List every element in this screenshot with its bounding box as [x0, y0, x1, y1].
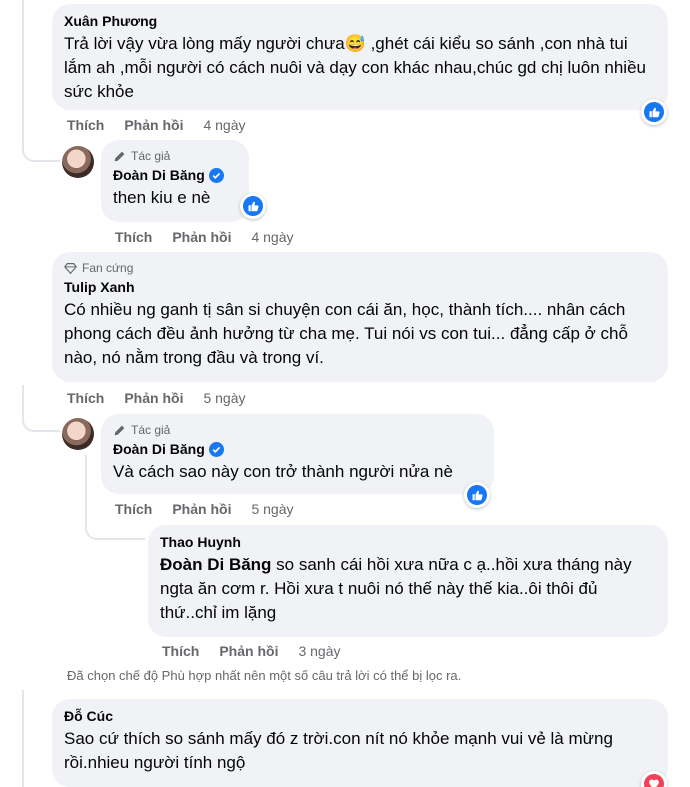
comment-text: Và cách sao này con trở thành người nửa …	[113, 462, 453, 481]
comment-text: Trả lời vậy vừa lòng mấy người chưa😅 ,gh…	[64, 34, 646, 101]
comment-author[interactable]: Đỗ Cúc	[64, 707, 656, 725]
avatar[interactable]	[62, 146, 94, 178]
comment-author[interactable]: Tulip Xanh	[64, 278, 656, 296]
comment-time[interactable]: 5 ngày	[251, 500, 293, 518]
comment-actions: Thích Phản hồi 4 ngày	[115, 228, 294, 246]
like-reaction-badge[interactable]	[240, 193, 266, 219]
comment-time[interactable]: 4 ngày	[203, 116, 245, 134]
thread-line	[22, 690, 24, 787]
like-icon	[243, 196, 263, 216]
comment-bubble: Xuân Phương Trả lời vậy vừa lòng mấy ngư…	[52, 4, 668, 110]
reply-button[interactable]: Phản hồi	[124, 116, 183, 134]
pencil-icon	[114, 151, 125, 161]
comment-bubble: Đỗ Cúc Sao cứ thích so sánh mấy đó z trờ…	[52, 699, 668, 787]
thread-connector	[22, 410, 60, 432]
comment-bubble: Tác giả Đoàn Di Băng then kiu e nè	[101, 140, 249, 222]
like-icon	[644, 102, 664, 122]
comment-bubble: Tác giả Đoàn Di Băng Và cách sao này con…	[101, 414, 494, 494]
like-reaction-badge[interactable]	[464, 482, 490, 508]
diamond-icon	[64, 262, 77, 274]
comment-actions: Thích Phản hồi 3 ngày	[162, 642, 341, 660]
like-button[interactable]: Thích	[162, 642, 199, 660]
comment-time[interactable]: 4 ngày	[251, 228, 293, 246]
comment-author[interactable]: Đoàn Di Băng	[113, 166, 205, 184]
mention-link[interactable]: Đoàn Di Băng	[160, 555, 271, 574]
like-reaction-badge[interactable]	[641, 99, 667, 125]
badge-label: Fan cứng	[82, 261, 134, 275]
author-badge: Fan cứng	[64, 260, 656, 276]
filter-note: Đã chọn chế độ Phù hợp nhất nên một số c…	[67, 668, 462, 683]
comment-actions: Thích Phản hồi 5 ngày	[115, 500, 294, 518]
author-badge: Tác giả	[113, 422, 482, 438]
comment-actions: Thích Phản hồi 5 ngày	[67, 389, 246, 407]
thread-connector	[22, 140, 60, 162]
author-badge: Tác giả	[113, 148, 237, 164]
comment-time[interactable]: 5 ngày	[203, 389, 245, 407]
comment-actions: Thích Phản hồi 4 ngày	[67, 116, 246, 134]
badge-label: Tác giả	[131, 149, 171, 163]
comment-author[interactable]: Thao Huynh	[160, 533, 656, 551]
reply-button[interactable]: Phản hồi	[172, 228, 231, 246]
like-button[interactable]: Thích	[67, 389, 104, 407]
comment-bubble: Thao Huynh Đoàn Di Băng so sanh cái hồi …	[148, 525, 668, 637]
reply-button[interactable]: Phản hồi	[124, 389, 183, 407]
badge-label: Tác giả	[131, 423, 171, 437]
comment-text: Đoàn Di Băng so sanh cái hồi xưa nữa c ạ…	[160, 553, 656, 625]
reply-button[interactable]: Phản hồi	[219, 642, 278, 660]
reply-button[interactable]: Phản hồi	[172, 500, 231, 518]
comment-time[interactable]: 3 ngày	[298, 642, 340, 660]
verified-icon	[208, 441, 224, 457]
like-icon	[467, 485, 487, 505]
heart-icon	[644, 774, 664, 787]
like-button[interactable]: Thích	[67, 116, 104, 134]
avatar[interactable]	[62, 418, 94, 450]
like-button[interactable]: Thích	[115, 228, 152, 246]
thread-line	[22, 0, 24, 150]
comment-author[interactable]: Xuân Phương	[64, 12, 656, 30]
comment-bubble: Fan cứng Tulip Xanh Có nhiều ng ganh tị …	[52, 252, 668, 382]
comment-text: Sao cứ thích so sánh mấy đó z trời.con n…	[64, 729, 613, 772]
comment-author[interactable]: Đoàn Di Băng	[113, 440, 205, 458]
comment-text: Có nhiều ng ganh tị sân si chuyện con cá…	[64, 300, 628, 367]
pencil-icon	[114, 425, 125, 435]
verified-icon	[208, 167, 224, 183]
like-button[interactable]: Thích	[115, 500, 152, 518]
comment-text: then kiu e nè	[113, 188, 211, 207]
